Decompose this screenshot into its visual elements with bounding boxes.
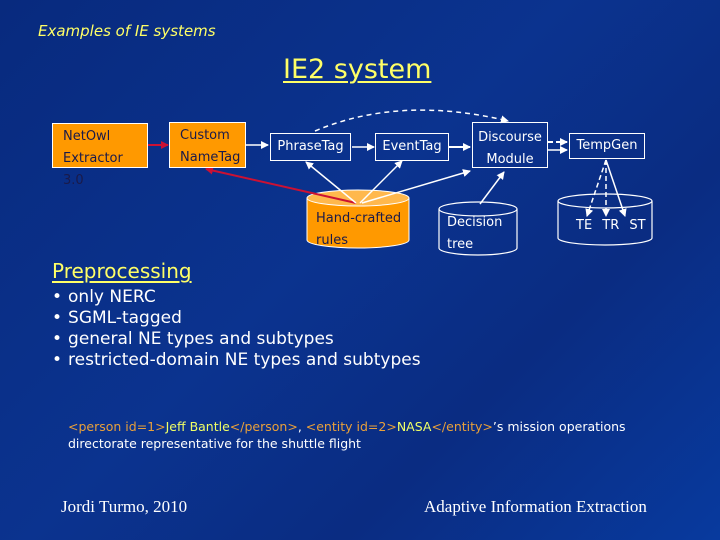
tag-close-person: </person> [229,419,298,434]
tempgen-label: TempGen [576,138,638,153]
footer-course-title: Adaptive Information Extraction [424,497,647,516]
netowl-extractor-box: NetOwl Extractor 3.0 [52,123,148,188]
custom-nametag-line2: NameTag [180,150,241,165]
outputs-label: TE TR ST [576,215,646,237]
edge-decisiontree-to-discourse [479,171,505,205]
netowl-line2: Extractor 3.0 [63,151,123,188]
sgml-example: <person id=1>Jeff Bantle</person>, <enti… [68,418,648,452]
tag-open-person: <person id=1> [68,419,166,434]
discourse-line2: Module [486,152,534,167]
bullet-item: restricted-domain NE types and subtypes [52,350,421,371]
output-te: TE [576,218,593,233]
eventtag-box: EventTag [375,133,449,161]
tempgen-box: TempGen [569,133,645,159]
footer-author: Jordi Turmo, 2010 [61,497,188,516]
edge-rules-to-nametag [205,166,357,204]
discourse-line1: Discourse [478,130,542,145]
bullet-item: only NERC [52,287,421,308]
discourse-module-box: Discourse Module [472,122,548,168]
edge-rules-to-discourse [361,169,471,204]
phrasetag-label: PhraseTag [277,139,344,154]
handcrafted-rules-label: Hand-crafted rules [316,208,401,252]
preprocessing-heading: Preprocessing [52,259,192,283]
handcrafted-line1: Hand-crafted [316,211,402,226]
output-tr: TR [602,218,620,233]
custom-nametag-box: Custom NameTag [169,122,246,168]
preprocessing-list: only NERC SGML-tagged general NE types a… [52,287,421,371]
entity-org: NASA [396,419,432,434]
separator-text: , [297,419,306,434]
eventtag-label: EventTag [382,139,442,154]
bullet-item: SGML-tagged [52,308,421,329]
phrasetag-box: PhraseTag [270,133,351,161]
handcrafted-line2: rules [316,233,348,248]
decision-tree-label: Decision tree [447,212,502,256]
decision-tree-line1: Decision [447,215,503,230]
entity-person: Jeff Bantle [165,419,230,434]
decision-tree-line2: tree [447,237,474,252]
bullet-item: general NE types and subtypes [52,329,421,350]
netowl-line1: NetOwl [63,129,111,144]
output-st: ST [629,218,646,233]
tag-close-entity: </entity> [431,419,493,434]
tag-open-entity: <entity id=2> [305,419,397,434]
custom-nametag-line1: Custom [180,128,230,143]
